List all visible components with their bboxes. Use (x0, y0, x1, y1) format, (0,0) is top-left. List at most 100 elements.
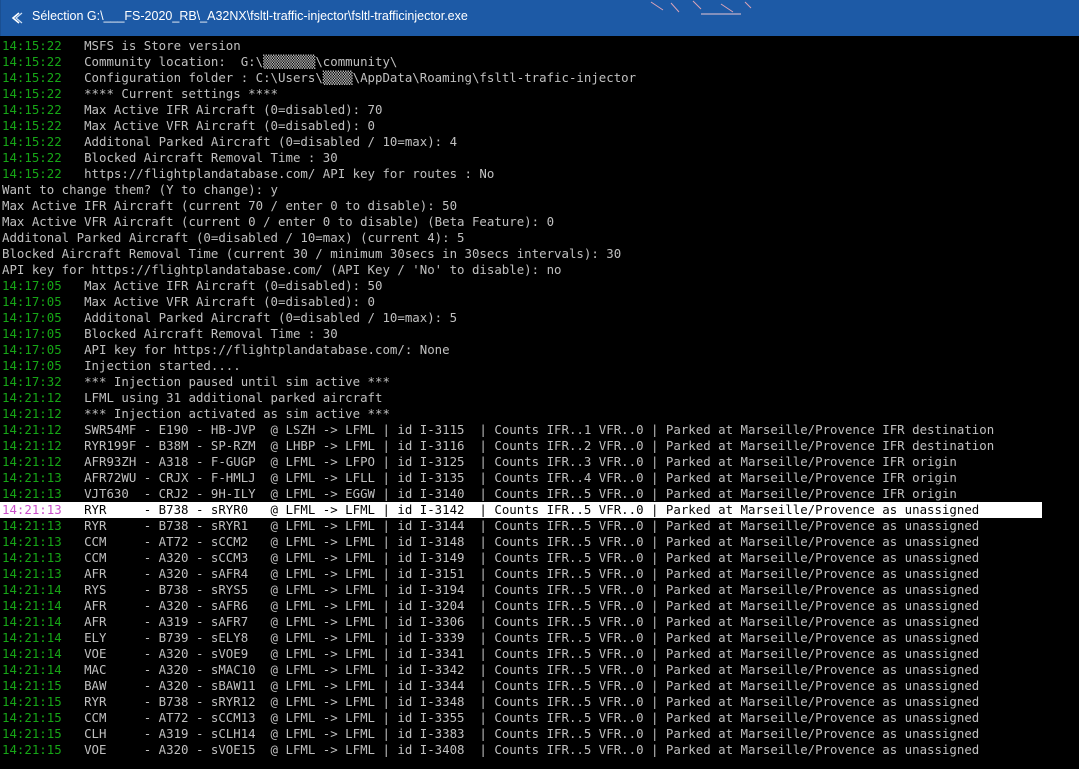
console-line: 14:17:05 Max Active IFR Aircraft (0=disa… (2, 278, 382, 294)
console-line: 14:15:22 Max Active IFR Aircraft (0=disa… (2, 102, 382, 118)
timestamp: 14:21:12 (2, 390, 62, 405)
console-line: 14:21:14 AFR - A320 - sAFR6 @ LFML -> LF… (2, 598, 979, 614)
timestamp: 14:15:22 (2, 166, 62, 181)
console-line: 14:21:12 LFML using 31 additional parked… (2, 390, 382, 406)
timestamp: 14:21:14 (2, 662, 62, 677)
console-line: API key for https://flightplandatabase.c… (2, 262, 562, 278)
log-message: Additonal Parked Aircraft (0=disabled / … (2, 230, 465, 245)
log-message: Want to change them? (Y to change): y (2, 182, 279, 197)
console-line: 14:21:14 RYS - B738 - sRYS5 @ LFML -> LF… (2, 582, 979, 598)
timestamp: 14:21:12 (2, 406, 62, 421)
timestamp: 14:15:22 (2, 54, 62, 69)
timestamp: 14:15:22 (2, 134, 62, 149)
log-message: Community location: G:\▒▒▒▒▒▒▒\community… (61, 54, 398, 69)
timestamp: 14:21:14 (2, 646, 62, 661)
log-message: VJT630 - CRJ2 - 9H-ILY @ LFML -> EGGW | … (61, 486, 957, 501)
timestamp: 14:15:22 (2, 150, 62, 165)
console-line: 14:15:22 Blocked Aircraft Removal Time :… (2, 150, 338, 166)
console-output[interactable]: 14:15:22 MSFS is Store version 14:15:22 C… (0, 36, 1079, 769)
timestamp: 14:15:22 (2, 102, 62, 117)
timestamp: 14:21:12 (2, 454, 62, 469)
log-message: LFML using 31 additional parked aircraft (61, 390, 383, 405)
log-message: VOE - A320 - sVOE15 @ LFML -> LFML | id … (61, 742, 980, 757)
console-line: 14:15:22 Additonal Parked Aircraft (0=di… (2, 134, 457, 150)
console-line: 14:21:12 AFR93ZH - A318 - F-GUGP @ LFML … (2, 454, 957, 470)
console-line: 14:15:22 https://flightplandatabase.com/… (2, 166, 494, 182)
background-decoration (650, 0, 752, 15)
console-line: 14:21:14 AFR - A319 - sAFR7 @ LFML -> LF… (2, 614, 979, 630)
timestamp: 14:21:14 (2, 582, 62, 597)
timestamp: 14:15:22 (2, 38, 62, 53)
log-message: RYR199F - B38M - SP-RZM @ LHBP -> LFML |… (61, 438, 995, 453)
console-line: Want to change them? (Y to change): y (2, 182, 278, 198)
log-message: RYR - B738 - sRYR0 @ LFML -> LFML | id I… (61, 502, 980, 517)
timestamp: 14:21:13 (2, 566, 62, 581)
timestamp: 14:17:05 (2, 278, 62, 293)
console-line: 14:21:15 VOE - A320 - sVOE15 @ LFML -> L… (2, 742, 979, 758)
console-line: 14:21:15 CCM - AT72 - sCCM13 @ LFML -> L… (2, 710, 979, 726)
console-line: 14:17:32 *** Injection paused until sim … (2, 374, 390, 390)
log-message: Blocked Aircraft Removal Time : 30 (61, 150, 338, 165)
console-line: 14:21:13 AFR72WU - CRJX - F-HMLJ @ LFML … (2, 470, 957, 486)
log-message: CCM - AT72 - sCCM13 @ LFML -> LFML | id … (61, 710, 980, 725)
timestamp: 14:21:13 (2, 486, 62, 501)
console-line: 14:21:15 BAW - A320 - sBAW11 @ LFML -> L… (2, 678, 979, 694)
console-line: 14:15:22 Community location: G:\▒▒▒▒▒▒▒\… (2, 54, 397, 70)
log-message: Blocked Aircraft Removal Time : 30 (61, 326, 338, 341)
console-line: 14:21:14 MAC - A320 - sMAC10 @ LFML -> L… (2, 662, 979, 678)
window-title-bar[interactable]: Sélection G:\___FS-2020_RB\_A32NX\fsltl-… (0, 0, 1079, 36)
console-line: 14:21:13 AFR - A320 - sAFR4 @ LFML -> LF… (2, 566, 979, 582)
log-message: ELY - B739 - sELY8 @ LFML -> LFML | id I… (61, 630, 980, 645)
console-line: Max Active VFR Aircraft (current 0 / ent… (2, 214, 554, 230)
log-message: BAW - A320 - sBAW11 @ LFML -> LFML | id … (61, 678, 980, 693)
log-message: RYR - B738 - sRYR12 @ LFML -> LFML | id … (61, 694, 980, 709)
timestamp: 14:21:13 (2, 534, 62, 549)
log-message: CLH - A319 - sCLH14 @ LFML -> LFML | id … (61, 726, 980, 741)
timestamp: 14:21:15 (2, 742, 62, 757)
log-message: API key for https://flightplandatabase.c… (61, 342, 450, 357)
log-message: Max Active VFR Aircraft (0=disabled): 0 (61, 294, 375, 309)
timestamp: 14:15:22 (2, 118, 62, 133)
log-message: Blocked Aircraft Removal Time (current 3… (2, 246, 622, 261)
log-message: API key for https://flightplandatabase.c… (2, 262, 562, 277)
timestamp: 14:21:15 (2, 726, 62, 741)
log-message: RYS - B738 - sRYS5 @ LFML -> LFML | id I… (61, 582, 980, 597)
log-message: CCM - A320 - sCCM3 @ LFML -> LFML | id I… (61, 550, 980, 565)
console-line: 14:15:22 Max Active VFR Aircraft (0=disa… (2, 118, 375, 134)
log-message: *** Injection paused until sim active **… (61, 374, 390, 389)
log-message: AFR93ZH - A318 - F-GUGP @ LFML -> LFPO |… (61, 454, 957, 469)
log-message: MAC - A320 - sMAC10 @ LFML -> LFML | id … (61, 662, 980, 677)
timestamp: 14:17:05 (2, 294, 62, 309)
log-message: RYR - B738 - sRYR1 @ LFML -> LFML | id I… (61, 518, 980, 533)
log-message: Max Active IFR Aircraft (current 70 / en… (2, 198, 458, 213)
timestamp: 14:17:05 (2, 358, 62, 373)
timestamp: 14:21:13 (2, 550, 62, 565)
console-line: 14:17:05 Injection started.... (2, 358, 241, 374)
console-app-icon[interactable] (10, 11, 24, 25)
log-message: Configuration folder : C:\Users\▒▒▒▒\App… (61, 70, 637, 85)
log-message: Injection started.... (61, 358, 241, 373)
timestamp: 14:21:13 (2, 470, 62, 485)
console-line: 14:17:05 Additonal Parked Aircraft (0=di… (2, 310, 457, 326)
timestamp: 14:21:13 (2, 502, 62, 517)
console-line: 14:21:15 RYR - B738 - sRYR12 @ LFML -> L… (2, 694, 979, 710)
log-message: Additonal Parked Aircraft (0=disabled / … (61, 310, 458, 325)
timestamp: 14:21:15 (2, 678, 62, 693)
timestamp: 14:21:12 (2, 422, 62, 437)
console-line: 14:21:13 CCM - A320 - sCCM3 @ LFML -> LF… (2, 550, 979, 566)
console-line: 14:17:05 API key for https://flightpland… (2, 342, 450, 358)
timestamp: 14:21:12 (2, 438, 62, 453)
log-message: AFR - A319 - sAFR7 @ LFML -> LFML | id I… (61, 614, 980, 629)
console-line: 14:17:05 Max Active VFR Aircraft (0=disa… (2, 294, 375, 310)
log-message: Additonal Parked Aircraft (0=disabled / … (61, 134, 458, 149)
console-line: 14:21:12 SWR54MF - E190 - HB-JVP @ LSZH … (2, 422, 994, 438)
console-line: 14:15:22 Configuration folder : C:\Users… (2, 70, 636, 86)
console-line: 14:21:13 CCM - AT72 - sCCM2 @ LFML -> LF… (2, 534, 979, 550)
log-message: CCM - AT72 - sCCM2 @ LFML -> LFML | id I… (61, 534, 980, 549)
timestamp: 14:17:05 (2, 342, 62, 357)
log-message: AFR - A320 - sAFR4 @ LFML -> LFML | id I… (61, 566, 980, 581)
console-line: 14:21:13 RYR - B738 - sRYR0 @ LFML -> LF… (2, 502, 979, 518)
console-line: Blocked Aircraft Removal Time (current 3… (2, 246, 621, 262)
console-line: Max Active IFR Aircraft (current 70 / en… (2, 198, 457, 214)
console-line: 14:17:05 Blocked Aircraft Removal Time :… (2, 326, 338, 342)
